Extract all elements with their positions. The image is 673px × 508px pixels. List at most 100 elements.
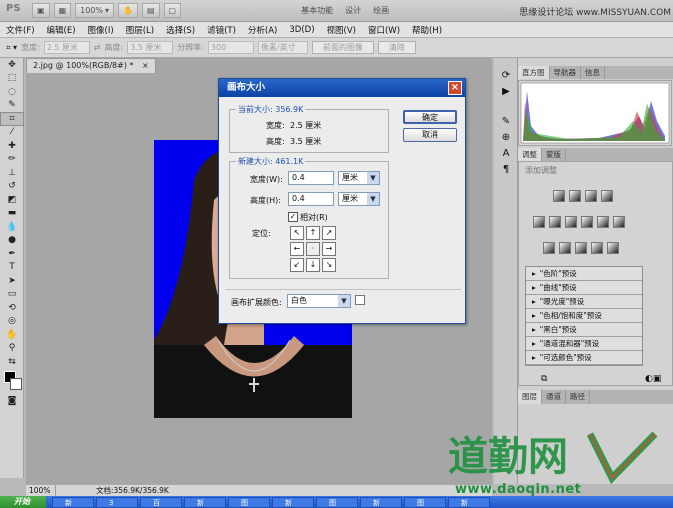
taskbar-item[interactable]: 3 [96, 497, 138, 508]
taskbar-item[interactable]: 新 [272, 497, 314, 508]
pen-tool-icon[interactable]: ✒ [0, 247, 24, 261]
menu-edit[interactable]: 编辑(E) [41, 24, 82, 36]
taskbar-item[interactable]: 新 [360, 497, 402, 508]
3d-rotate-tool-icon[interactable]: ⟲ [0, 301, 24, 315]
tab-paths[interactable]: 路径 [566, 390, 590, 404]
front-image-button[interactable]: 前面的图像 [311, 41, 374, 54]
height-field[interactable]: 3.5 厘米 [127, 41, 174, 54]
color-balance-icon[interactable] [565, 216, 577, 228]
taskbar-item[interactable]: 百 [140, 497, 182, 508]
ext-color-select[interactable]: 白色 ▼ [287, 294, 351, 308]
menu-select[interactable]: 选择(S) [160, 24, 201, 36]
vibrance-icon[interactable] [533, 216, 545, 228]
ok-button[interactable]: 确定 [403, 110, 457, 124]
crop-tool-icon[interactable]: ⌗ ▾ [6, 43, 17, 53]
resolution-field[interactable]: 300 [207, 41, 254, 54]
anchor-top-icon[interactable]: ↑ [306, 226, 320, 240]
hand-tool-button[interactable]: ✋ [118, 3, 138, 18]
menu-3d[interactable]: 3D(D) [283, 25, 320, 35]
resolution-unit-select[interactable]: 像素/英寸 [257, 41, 308, 54]
workspace-essentials[interactable]: 基本功能 [301, 5, 333, 16]
screen-mode-button[interactable]: ▢ [163, 3, 182, 18]
brushes-panel-icon[interactable]: ✎ [494, 116, 518, 132]
clear-button[interactable]: 清除 [377, 41, 416, 54]
start-button[interactable]: 开始 [0, 496, 46, 508]
photo-filter-icon[interactable] [597, 216, 609, 228]
swap-colors-icon[interactable]: ⇆ [0, 355, 24, 369]
taskbar-item[interactable]: 新 [52, 497, 94, 508]
height-input[interactable]: 0.4 [288, 192, 334, 206]
lasso-tool-icon[interactable]: ◌ [0, 85, 24, 99]
width-field[interactable]: 2.5 厘米 [43, 41, 90, 54]
gradient-map-icon[interactable] [591, 242, 603, 254]
curves-icon[interactable] [585, 190, 597, 202]
menu-help[interactable]: 帮助(H) [406, 24, 448, 36]
path-select-tool-icon[interactable]: ➤ [0, 274, 24, 288]
anchor-right-icon[interactable]: → [322, 242, 336, 256]
anchor-left-icon[interactable]: ← [290, 242, 304, 256]
cancel-button[interactable]: 取消 [403, 128, 457, 142]
anchor-top-left-icon[interactable]: ↖ [290, 226, 304, 240]
zoom-level-select[interactable]: 100% ▾ [75, 3, 115, 18]
preset-exposure[interactable]: ▸ "曝光度"预设 [526, 295, 642, 309]
close-icon[interactable]: × [142, 61, 149, 70]
selective-color-icon[interactable] [607, 242, 619, 254]
relative-checkbox[interactable]: ✓ [288, 212, 298, 222]
exposure-icon[interactable] [601, 190, 613, 202]
zoom-tool-icon[interactable]: ⚲ [0, 342, 24, 356]
eyedropper-tool-icon[interactable]: ⁄ [0, 126, 24, 140]
taskbar-item[interactable]: 新 [184, 497, 226, 508]
threshold-icon[interactable] [575, 242, 587, 254]
menu-window[interactable]: 窗口(W) [362, 24, 406, 36]
preset-curves[interactable]: ▸ "曲线"预设 [526, 281, 642, 295]
paragraph-panel-icon[interactable]: ¶ [494, 164, 518, 180]
tab-navigator[interactable]: 导航器 [550, 66, 581, 79]
hand-tool-icon[interactable]: ✋ [0, 328, 24, 342]
anchor-top-right-icon[interactable]: ↗ [322, 226, 336, 240]
anchor-center-icon[interactable]: · [306, 242, 320, 256]
dodge-tool-icon[interactable]: ● [0, 234, 24, 248]
anchor-bottom-icon[interactable]: ↓ [306, 258, 320, 272]
history-brush-tool-icon[interactable]: ↺ [0, 180, 24, 194]
levels-icon[interactable] [569, 190, 581, 202]
preset-levels[interactable]: ▸ "色阶"预设 [526, 267, 642, 281]
hue-saturation-icon[interactable] [549, 216, 561, 228]
marquee-tool-icon[interactable]: ⬚ [0, 72, 24, 86]
invert-icon[interactable] [543, 242, 555, 254]
ext-color-swatch[interactable] [355, 295, 365, 305]
menu-filter[interactable]: 滤镜(T) [201, 24, 242, 36]
gradient-tool-icon[interactable]: ▬ [0, 207, 24, 221]
preset-selective-color[interactable]: ▸ "可选颜色"预设 [526, 351, 642, 365]
channel-mixer-icon[interactable] [613, 216, 625, 228]
anchor-bottom-right-icon[interactable]: ↘ [322, 258, 336, 272]
width-input[interactable]: 0.4 [288, 171, 334, 185]
eraser-tool-icon[interactable]: ◩ [0, 193, 24, 207]
blur-tool-icon[interactable]: 💧 [0, 220, 24, 234]
zoom-readout[interactable]: 100% [26, 485, 56, 496]
quick-select-tool-icon[interactable]: ✎ [0, 99, 24, 113]
clone-stamp-tool-icon[interactable]: ⊥ [0, 166, 24, 180]
anchor-bottom-left-icon[interactable]: ↙ [290, 258, 304, 272]
type-tool-icon[interactable]: T [0, 261, 24, 275]
background-color-swatch[interactable] [10, 377, 22, 390]
workspace-design[interactable]: 设计 [345, 5, 361, 16]
clone-source-panel-icon[interactable]: ⊕ [494, 132, 518, 148]
arrange-documents-button[interactable]: ▤ [141, 3, 160, 18]
move-tool-icon[interactable]: ✥ [0, 58, 24, 72]
height-unit-select[interactable]: 厘米 ▼ [338, 192, 380, 206]
panel-footer-icons[interactable]: ◐▣ [645, 374, 661, 384]
color-swatches[interactable] [0, 369, 23, 395]
taskbar-item[interactable]: 图 [404, 497, 446, 508]
tab-info[interactable]: 信息 [581, 66, 605, 79]
taskbar-item[interactable]: 图 [228, 497, 270, 508]
tab-adjustments[interactable]: 调整 [518, 148, 542, 161]
menu-layer[interactable]: 图层(L) [120, 24, 160, 36]
preset-hue-saturation[interactable]: ▸ "色相/饱和度"预设 [526, 309, 642, 323]
crop-tool-icon[interactable]: ⌗ [0, 112, 24, 126]
clip-layer-icon[interactable]: ⧉ [541, 374, 547, 384]
menu-view[interactable]: 视图(V) [321, 24, 362, 36]
view-extras-button[interactable]: ▦ [53, 3, 72, 18]
black-white-icon[interactable] [581, 216, 593, 228]
preset-black-white[interactable]: ▸ "黑白"预设 [526, 323, 642, 337]
menu-analysis[interactable]: 分析(A) [242, 24, 283, 36]
